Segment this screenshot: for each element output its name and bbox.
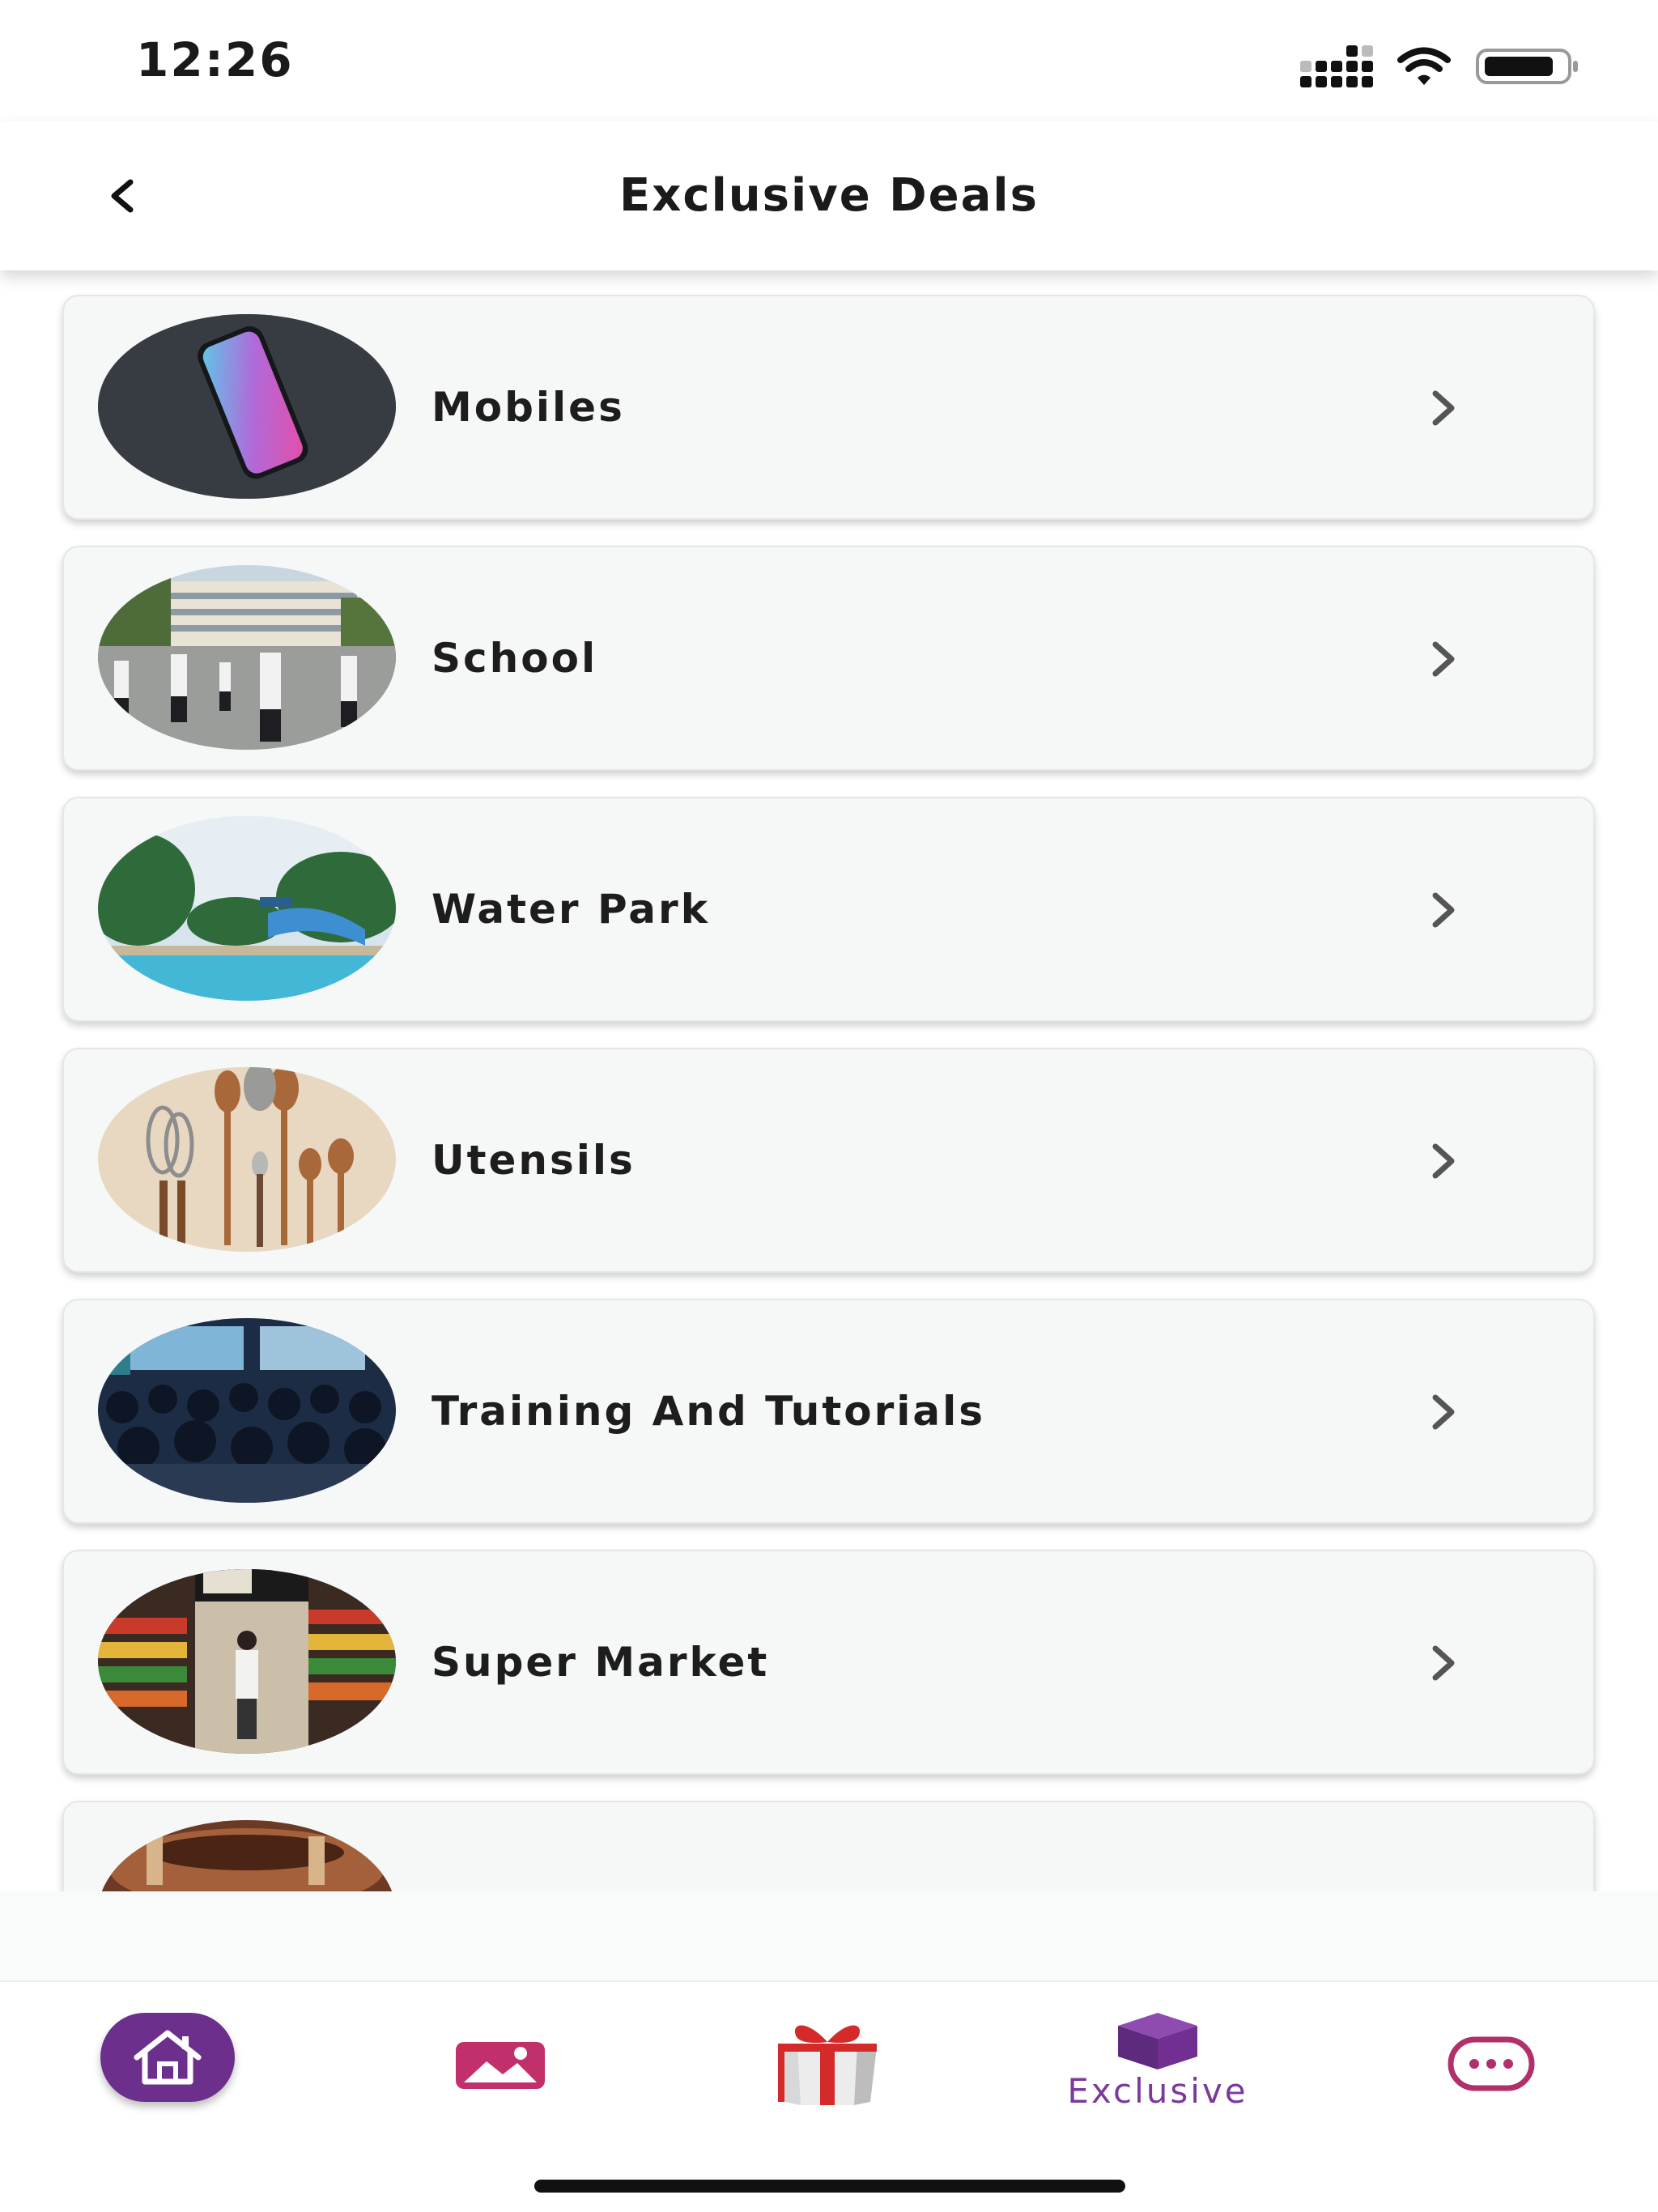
deal-label: School <box>432 635 598 682</box>
chevron-right-icon <box>1432 1143 1455 1179</box>
deal-label: Super Market <box>432 1639 770 1686</box>
deal-label: Utensils <box>432 1137 636 1184</box>
cellular-signal-icon <box>1300 45 1373 87</box>
deal-card-training-and-tutorials[interactable]: Training And Tutorials <box>62 1299 1595 1524</box>
chevron-right-icon <box>1432 1645 1455 1681</box>
bottom-navigation: Exclusive <box>0 1980 1658 2212</box>
nav-exclusive-label: Exclusive <box>1067 2071 1248 2111</box>
status-time: 12:26 <box>136 32 294 87</box>
deal-card-super-market[interactable]: Super Market <box>62 1550 1595 1775</box>
home-icon <box>134 2030 202 2085</box>
status-bar: 12:26 <box>0 0 1658 121</box>
chevron-right-icon <box>1432 390 1455 426</box>
nav-gallery-button[interactable] <box>444 2010 557 2163</box>
list-bottom-space <box>0 1891 1658 1980</box>
app-header: Exclusive Deals <box>0 121 1658 270</box>
more-icon <box>1448 2036 1535 2091</box>
deal-label: Mobiles <box>432 384 625 431</box>
supermarket-image <box>98 1569 396 1754</box>
deal-label: Water Park <box>432 886 710 933</box>
deal-card-partial[interactable] <box>62 1801 1595 1891</box>
nav-more-button[interactable] <box>1443 2010 1540 2163</box>
water-park-image <box>98 816 396 1001</box>
chevron-right-icon <box>1432 641 1455 677</box>
home-button-background <box>100 2013 235 2102</box>
deal-label: Training And Tutorials <box>432 1388 986 1435</box>
exclusive-box-icon <box>1118 2013 1197 2069</box>
gift-icon <box>778 2025 877 2105</box>
deal-card-water-park[interactable]: Water Park <box>62 797 1595 1022</box>
page-title: Exclusive Deals <box>619 169 1039 222</box>
deal-card-school[interactable]: School <box>62 546 1595 771</box>
deals-list[interactable]: Mobiles School Water Park Utensils Train… <box>0 270 1658 1891</box>
utensils-image <box>98 1067 396 1252</box>
pottery-image <box>98 1820 396 1891</box>
deal-card-utensils[interactable]: Utensils <box>62 1048 1595 1273</box>
deal-card-mobiles[interactable]: Mobiles <box>62 295 1595 520</box>
school-image <box>98 565 396 750</box>
home-indicator <box>534 2180 1125 2193</box>
gallery-icon <box>456 2042 545 2089</box>
chevron-right-icon <box>1432 892 1455 928</box>
battery-icon <box>1476 49 1578 84</box>
nav-home-button[interactable] <box>99 2010 236 2163</box>
mobiles-image <box>98 314 396 499</box>
nav-exclusive-button[interactable]: Exclusive <box>1036 2010 1279 2163</box>
nav-gift-button[interactable] <box>746 2010 908 2163</box>
chevron-right-icon <box>1432 1394 1455 1430</box>
wifi-icon <box>1397 47 1451 85</box>
status-icons <box>1300 42 1580 91</box>
training-image <box>98 1318 396 1503</box>
